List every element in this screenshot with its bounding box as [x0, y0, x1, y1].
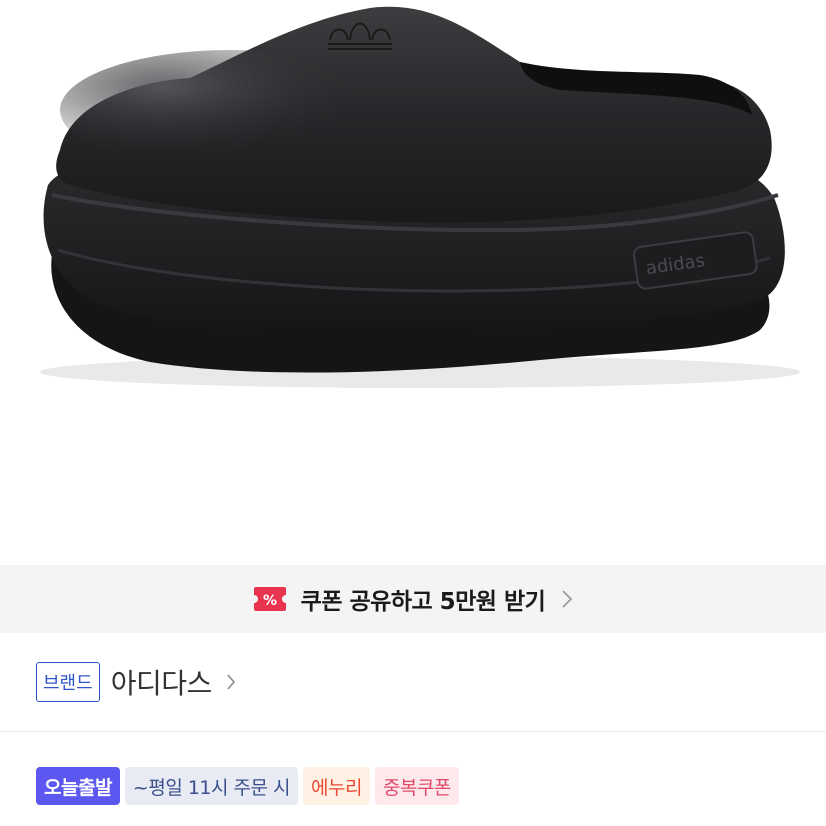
tag-duplicate-coupon: 중복쿠폰 — [374, 767, 459, 805]
brand-name-link[interactable]: 아디다스 — [111, 662, 213, 702]
chevron-right-icon — [561, 589, 573, 609]
tag-enuri: 에누리 — [303, 767, 370, 805]
coupon-icon: % — [253, 586, 287, 612]
product-image[interactable]: adidas — [0, 0, 826, 565]
coupon-share-banner[interactable]: % 쿠폰 공유하고 5만원 받기 — [0, 565, 826, 633]
coupon-share-text: 쿠폰 공유하고 5만원 받기 — [300, 589, 546, 615]
clog-shoe-illustration: adidas — [40, 6, 800, 388]
product-tags: 오늘출발 ~평일 11시 주문 시 에누리 중복쿠폰 — [36, 767, 459, 805]
tag-shipping-condition: ~평일 11시 주문 시 — [124, 767, 299, 805]
chevron-right-icon — [226, 673, 236, 691]
brand-row[interactable]: 브랜드 아디다스 — [0, 633, 826, 731]
brand-badge: 브랜드 — [36, 662, 100, 702]
svg-text:%: % — [263, 593, 277, 609]
section-divider — [0, 731, 826, 732]
tag-today-shipping: 오늘출발 — [36, 767, 120, 805]
